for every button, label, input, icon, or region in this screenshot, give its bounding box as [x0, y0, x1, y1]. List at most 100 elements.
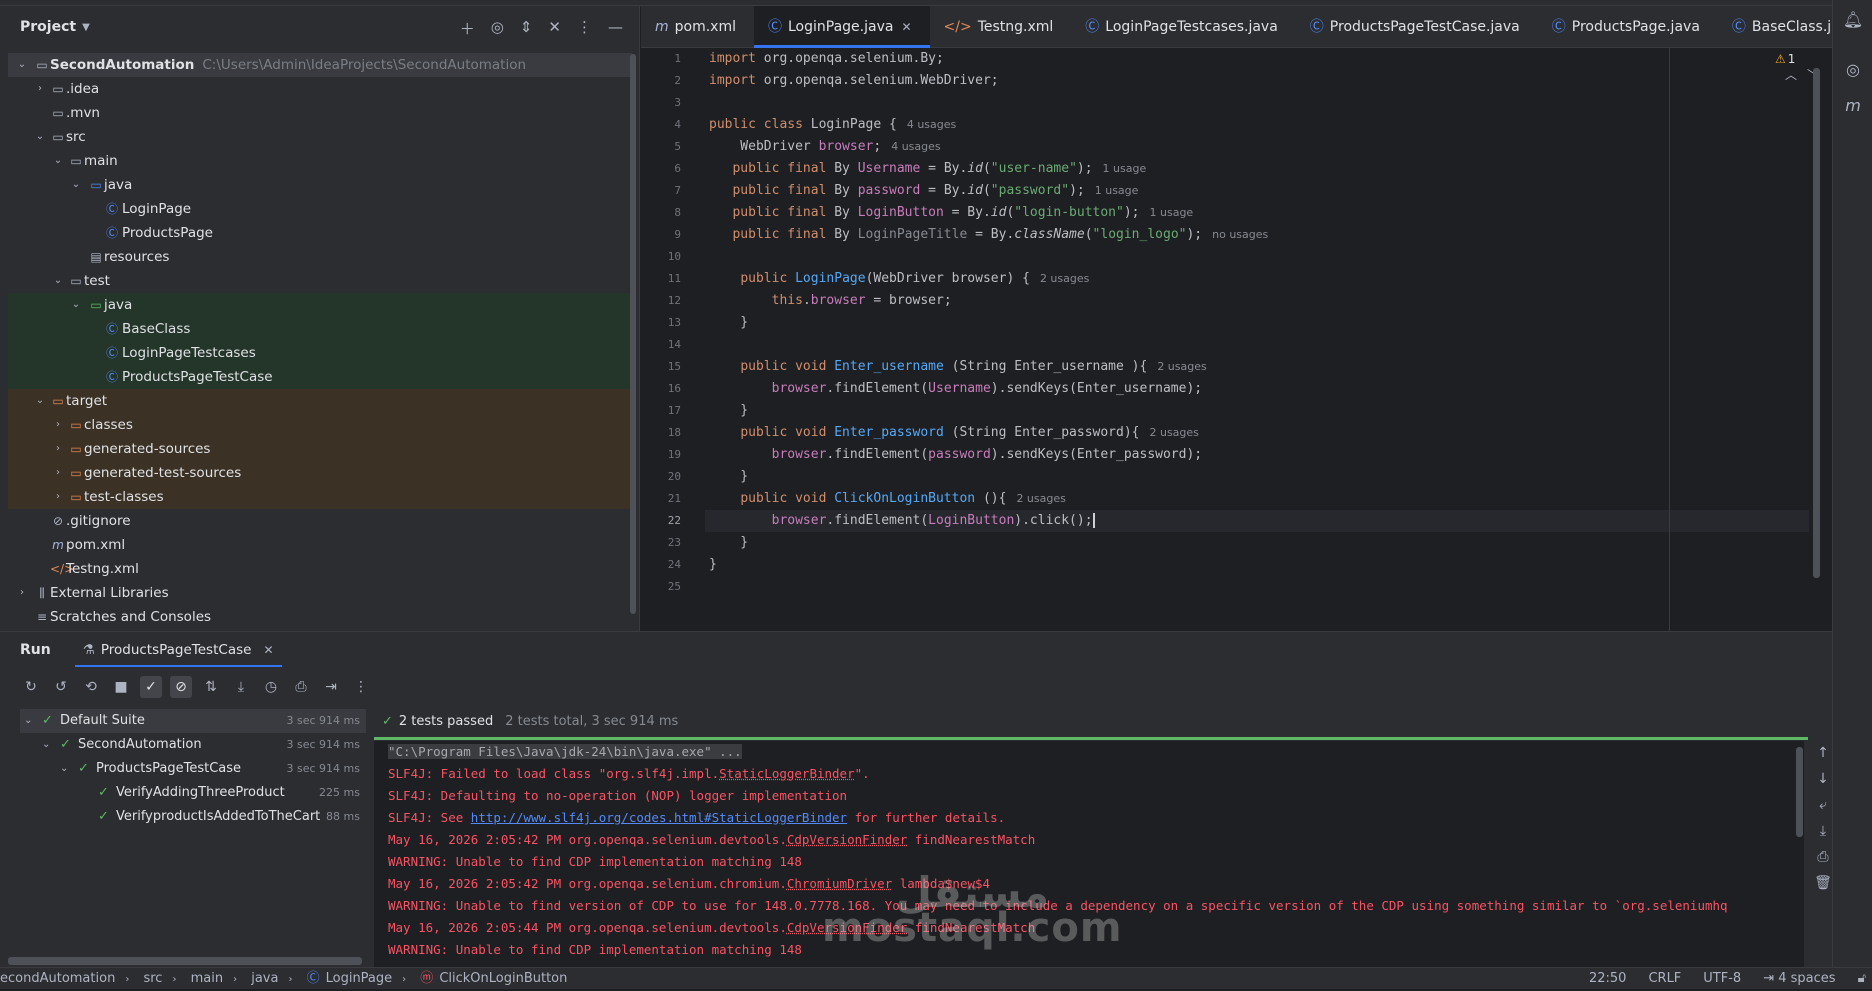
locate-icon[interactable]: ◎ — [491, 18, 504, 39]
breadcrumb-item[interactable]: java — [251, 971, 278, 986]
usage-hint[interactable]: 4 usages — [907, 118, 956, 131]
scroll-to-end-icon[interactable]: ⤓ — [1814, 823, 1832, 849]
tree-item-secondautomation[interactable]: ⌄ ▭ SecondAutomation C:\Users\Admin\IdeaPro… — [8, 53, 632, 77]
tree-item-test-java[interactable]: ⌄ ▭ java — [8, 293, 632, 317]
usage-hint[interactable]: 2 usages — [1040, 272, 1089, 285]
expand-all-icon[interactable]: ⇕ — [520, 18, 533, 39]
usage-hint[interactable]: 1 usage — [1095, 184, 1139, 197]
lock-icon[interactable]: 🔓︎ — [1858, 968, 1866, 990]
breadcrumb-item[interactable]: main — [191, 971, 223, 986]
test-row[interactable]: ⌄ ✓ Default Suite 3 sec 914 ms — [20, 709, 366, 733]
export-icon[interactable]: ⇥ — [320, 676, 342, 698]
maven-icon[interactable]: m — [1841, 96, 1865, 118]
rerun-icon[interactable]: ↻ — [20, 676, 42, 698]
usage-hint[interactable]: 2 usages — [1016, 492, 1065, 505]
test-row[interactable]: ✓ VerifyAddingThreeProduct 225 ms — [20, 781, 366, 805]
print-icon[interactable]: ⎙ — [1814, 849, 1832, 875]
tree-item-mvn[interactable]: ▭ .mvn — [8, 101, 632, 125]
caret-position[interactable]: 22:50 — [1589, 968, 1626, 990]
code-editor[interactable]: ⚠1︿﹀ 1 2 3 4 5 6 7 8 9 10 11 12 13 14 15… — [641, 48, 1832, 631]
add-icon[interactable]: ＋ — [460, 18, 475, 39]
file-encoding[interactable]: UTF-8 — [1703, 968, 1741, 990]
tree-item-external-libraries[interactable]: › ⫼ External Libraries — [8, 581, 632, 605]
stop-icon[interactable]: ■ — [110, 676, 132, 698]
test-time: 3 sec 914 ms — [286, 738, 360, 751]
line-separator[interactable]: CRLF — [1648, 968, 1681, 990]
tree-item-resources[interactable]: ▤ resources — [8, 245, 632, 269]
tree-item-loginpagetestcases[interactable]: Ⓒ LoginPageTestcases — [8, 341, 632, 365]
import-tests-icon[interactable]: ⤓ — [230, 676, 252, 698]
tree-item-generated-sources[interactable]: › ▭ generated-sources — [8, 437, 632, 461]
rerun-failed-icon[interactable]: ↺ — [50, 676, 72, 698]
usage-hint[interactable]: no usages — [1212, 228, 1268, 241]
tree-item-idea[interactable]: › ▭ .idea — [8, 77, 632, 101]
sort-icon[interactable]: ⇅ — [200, 676, 222, 698]
tree-item-baseclass[interactable]: Ⓒ BaseClass — [8, 317, 632, 341]
tree-item-generated-test-sources[interactable]: › ▭ generated-test-sources — [8, 461, 632, 485]
tree-item-productspagetestcase[interactable]: Ⓒ ProductsPageTestCase — [8, 365, 632, 389]
project-scrollbar[interactable] — [630, 54, 636, 614]
chevron-right-icon: › — [56, 491, 60, 502]
toggle-auto-test-icon[interactable]: ⟲ — [80, 676, 102, 698]
show-passed-icon[interactable]: ✓ — [140, 676, 162, 698]
editor-scrollbar[interactable] — [1813, 68, 1820, 578]
inspection-widget[interactable]: ⚠1︿﹀ — [1775, 52, 1832, 83]
test-tree-scrollbar[interactable] — [8, 957, 362, 965]
tree-item-pom[interactable]: m pom.xml — [8, 533, 632, 557]
tree-item-target[interactable]: ⌄ ▭ target — [8, 389, 632, 413]
tab-pom-xml[interactable]: m pom.xml — [641, 6, 754, 48]
chevron-up-icon[interactable]: ︿ — [1785, 68, 1797, 82]
tree-item-classes[interactable]: › ▭ classes — [8, 413, 632, 437]
breadcrumb-item[interactable]: econdAutomation — [0, 971, 115, 986]
passed-icon: ✓ — [60, 737, 71, 752]
tab-loginpagetestcases-java[interactable]: Ⓒ LoginPageTestcases.java — [1071, 6, 1296, 48]
arrow-down-icon[interactable]: ↓ — [1814, 771, 1832, 797]
usage-hint[interactable]: 1 usage — [1103, 162, 1147, 175]
usage-hint[interactable]: 1 usage — [1150, 206, 1194, 219]
tree-item-test-classes[interactable]: › ▭ test-classes — [8, 485, 632, 509]
tree-item-src[interactable]: ⌄ ▭ src — [8, 125, 632, 149]
console-scrollbar[interactable] — [1796, 747, 1803, 837]
arrow-up-icon[interactable]: ↑ — [1814, 745, 1832, 771]
copilot-icon[interactable]: ◎ — [1841, 60, 1865, 82]
test-row[interactable]: ✓ VerifyproductIsAddedToTheCart 88 ms — [20, 805, 366, 829]
test-row[interactable]: ⌄ ✓ SecondAutomation 3 sec 914 ms — [20, 733, 366, 757]
tab-testng-xml[interactable]: </> Testng.xml — [930, 6, 1072, 48]
tab-productspage-java[interactable]: Ⓒ ProductsPage.java — [1538, 6, 1718, 48]
tab-loginpage-java[interactable]: Ⓒ LoginPage.java ✕ — [754, 6, 930, 48]
show-ignored-icon[interactable]: ⊘ — [170, 676, 192, 698]
more-options-icon[interactable]: ⋮ — [350, 676, 372, 698]
notifications-icon[interactable]: 🔔︎ — [1841, 10, 1865, 32]
collapse-all-icon[interactable]: ✕ — [548, 18, 561, 39]
indent-setting[interactable]: ⇥ 4 spaces — [1763, 968, 1835, 990]
breadcrumb-item[interactable]: ClickOnLoginButton — [439, 971, 567, 986]
usage-hint[interactable]: 4 usages — [891, 140, 940, 153]
more-options-icon[interactable]: ⋮ — [577, 18, 592, 39]
breadcrumb-item[interactable]: LoginPage — [326, 971, 393, 986]
tab-productspagetestcase-java[interactable]: Ⓒ ProductsPageTestCase.java — [1296, 6, 1538, 48]
tree-item-test[interactable]: ⌄ ▭ test — [8, 269, 632, 293]
tree-item-gitignore[interactable]: ⊘ .gitignore — [8, 509, 632, 533]
tree-item-testng[interactable]: </> Testng.xml — [8, 557, 632, 581]
tree-label: .mvn — [66, 105, 100, 121]
tree-item-loginpage[interactable]: Ⓒ LoginPage — [8, 197, 632, 221]
camera-icon[interactable]: ⎙ — [290, 676, 312, 698]
tree-item-productspage[interactable]: Ⓒ ProductsPage — [8, 221, 632, 245]
test-history-icon[interactable]: ◷ — [260, 676, 282, 698]
run-config-tab[interactable]: ⚗ ProductsPageTestCase ✕ — [74, 632, 282, 668]
trash-icon[interactable]: 🗑︎ — [1814, 875, 1832, 901]
minimize-icon[interactable]: — — [608, 18, 623, 39]
soft-wrap-icon[interactable]: ⤶ — [1814, 797, 1832, 823]
tree-label: pom.xml — [66, 537, 126, 553]
tree-item-main[interactable]: ⌄ ▭ main — [8, 149, 632, 173]
code-line: public final By LoginPageTitle = By.clas… — [732, 227, 1269, 242]
breadcrumb-item[interactable]: src — [143, 971, 162, 986]
test-row[interactable]: ⌄ ✓ ProductsPageTestCase 3 sec 914 ms — [20, 757, 366, 781]
tree-item-scratches[interactable]: ≡ Scratches and Consoles — [8, 605, 632, 629]
usage-hint[interactable]: 2 usages — [1157, 360, 1206, 373]
usage-hint[interactable]: 2 usages — [1149, 426, 1198, 439]
tree-item-main-java[interactable]: ⌄ ▭ java — [8, 173, 632, 197]
close-icon[interactable]: ✕ — [263, 643, 273, 657]
close-icon[interactable]: ✕ — [901, 20, 911, 34]
console-link[interactable]: http://www.slf4j.org/codes.html#StaticLo… — [471, 810, 847, 825]
